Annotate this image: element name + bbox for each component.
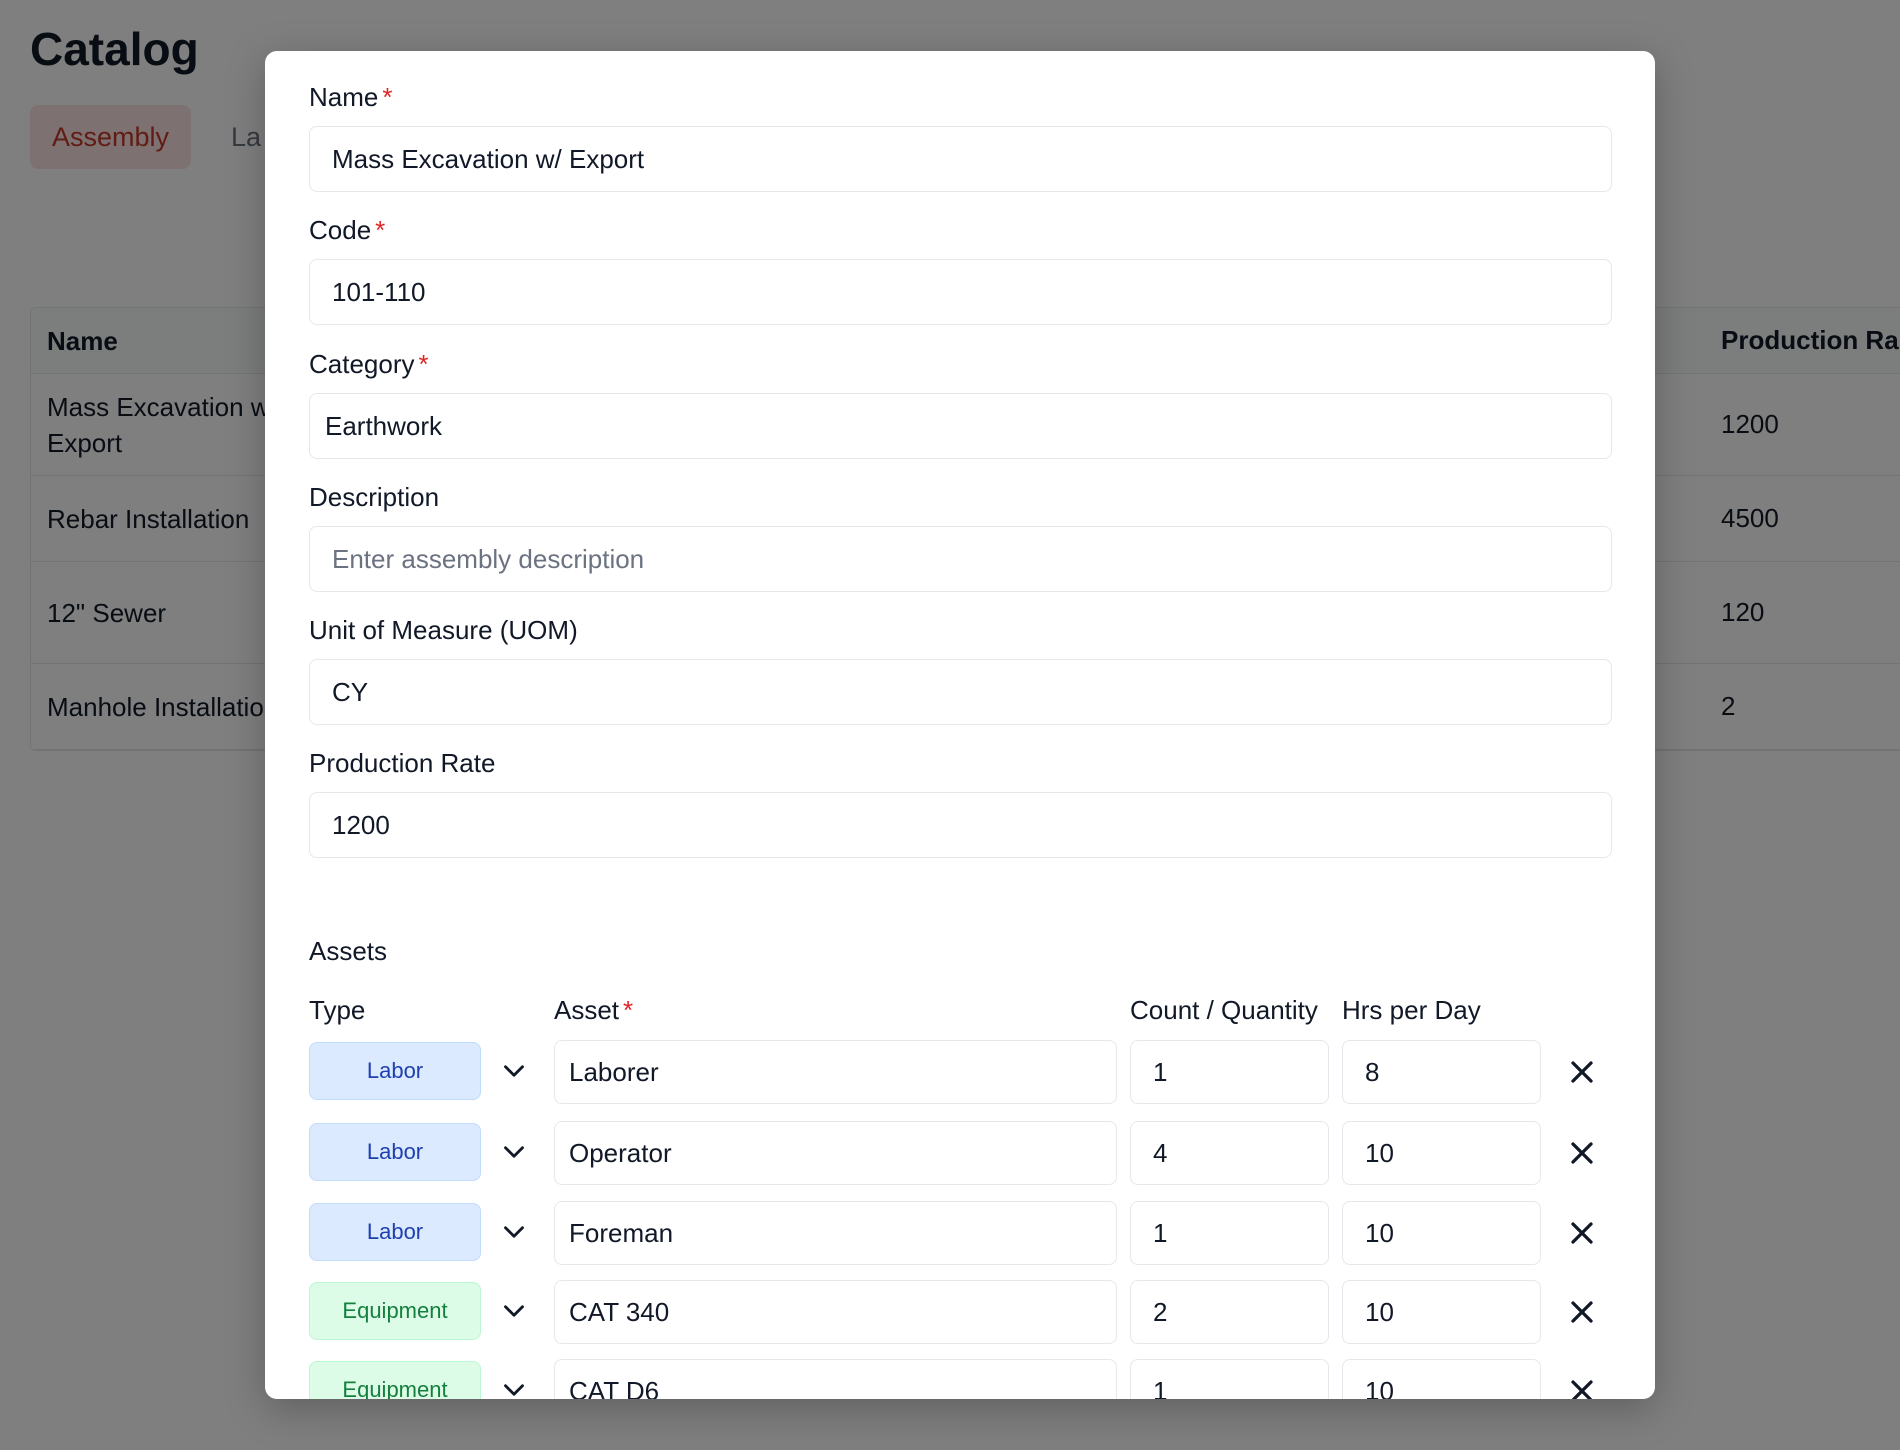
hrs-per-day-input[interactable]: 10 — [1342, 1280, 1541, 1344]
assets-heading: Assets — [309, 936, 388, 966]
name-label-text: Name — [309, 82, 379, 112]
asset-type-select[interactable]: Labor — [309, 1042, 481, 1100]
category-label: Category * — [309, 347, 1612, 381]
asset-row: Labor Laborer 1 8 — [309, 1040, 1612, 1106]
count-input[interactable]: 1 — [1130, 1040, 1329, 1104]
column-header-asset-text: Asset — [554, 995, 620, 1025]
uom-label: Unit of Measure (UOM) — [309, 615, 578, 645]
asset-type-select[interactable]: Labor — [309, 1203, 481, 1261]
code-input[interactable]: 101-110 — [309, 259, 1612, 325]
asset-input[interactable]: Laborer — [554, 1040, 1117, 1104]
count-input[interactable]: 1 — [1130, 1201, 1329, 1265]
close-icon[interactable] — [1564, 1135, 1600, 1171]
close-icon[interactable] — [1564, 1215, 1600, 1251]
category-field: Category * Earthwork — [309, 347, 1612, 459]
close-icon[interactable] — [1564, 1054, 1600, 1090]
edit-assembly-modal: Name * Mass Excavation w/ Export Code * 10… — [265, 51, 1655, 1399]
production-rate-label: Production Rate — [309, 748, 496, 778]
hrs-per-day-input[interactable]: 8 — [1342, 1040, 1541, 1104]
column-header-count: Count / Quantity — [1130, 995, 1318, 1025]
description-field: Description Enter assembly description — [309, 480, 1612, 592]
asset-type-select[interactable]: Equipment — [309, 1282, 481, 1340]
category-label-text: Category — [309, 349, 415, 379]
code-label-text: Code — [309, 215, 372, 245]
production-rate-input[interactable]: 1200 — [309, 792, 1612, 858]
uom-field: Unit of Measure (UOM) CY — [309, 613, 1612, 725]
asset-type-select[interactable]: Equipment — [309, 1361, 481, 1399]
close-icon[interactable] — [1564, 1373, 1600, 1399]
name-label: Name * — [309, 80, 1612, 114]
count-input[interactable]: 1 — [1130, 1359, 1329, 1399]
column-header-hrs: Hrs per Day — [1342, 995, 1481, 1025]
asset-input[interactable]: CAT 340 — [554, 1280, 1117, 1344]
count-input[interactable]: 2 — [1130, 1280, 1329, 1344]
name-field: Name * Mass Excavation w/ Export — [309, 80, 1612, 192]
asset-row: Equipment CAT 340 2 10 — [309, 1280, 1612, 1346]
asset-type-select[interactable]: Labor — [309, 1123, 481, 1181]
required-marker: * — [382, 82, 393, 112]
code-label: Code * — [309, 213, 1612, 247]
count-input[interactable]: 4 — [1130, 1121, 1329, 1185]
asset-input[interactable]: Foreman — [554, 1201, 1117, 1265]
close-icon[interactable] — [1564, 1294, 1600, 1330]
chevron-down-icon[interactable] — [497, 1054, 531, 1088]
asset-row: Labor Foreman 1 10 — [309, 1201, 1612, 1267]
chevron-down-icon[interactable] — [497, 1215, 531, 1249]
code-field: Code * 101-110 — [309, 213, 1612, 325]
chevron-down-icon[interactable] — [497, 1373, 531, 1399]
chevron-down-icon[interactable] — [497, 1135, 531, 1169]
required-marker: * — [623, 995, 634, 1025]
asset-row: Equipment CAT D6 1 10 — [309, 1359, 1612, 1399]
asset-input[interactable]: CAT D6 — [554, 1359, 1117, 1399]
required-marker: * — [418, 349, 429, 379]
description-label: Description — [309, 482, 440, 512]
production-rate-field: Production Rate 1200 — [309, 746, 1612, 858]
asset-row: Labor Operator 4 10 — [309, 1121, 1612, 1187]
description-input[interactable]: Enter assembly description — [309, 526, 1612, 592]
hrs-per-day-input[interactable]: 10 — [1342, 1201, 1541, 1265]
hrs-per-day-input[interactable]: 10 — [1342, 1121, 1541, 1185]
column-header-asset: Asset * — [554, 995, 633, 1026]
chevron-down-icon[interactable] — [497, 1294, 531, 1328]
name-input[interactable]: Mass Excavation w/ Export — [309, 126, 1612, 192]
column-header-type: Type — [309, 995, 366, 1025]
required-marker: * — [375, 215, 386, 245]
uom-input[interactable]: CY — [309, 659, 1612, 725]
asset-input[interactable]: Operator — [554, 1121, 1117, 1185]
hrs-per-day-input[interactable]: 10 — [1342, 1359, 1541, 1399]
category-select[interactable]: Earthwork — [309, 393, 1612, 459]
